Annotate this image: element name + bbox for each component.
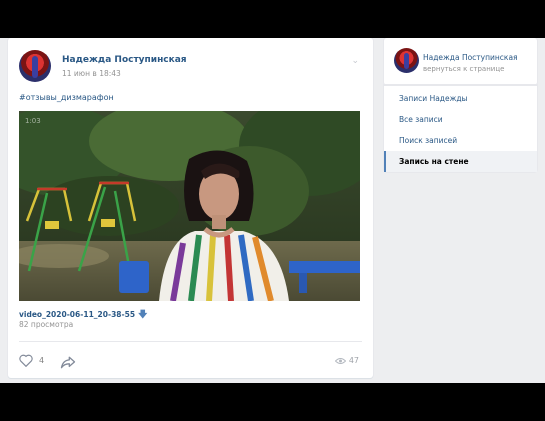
wall-menu: Записи Надежды Все записи Поиск записей … [384, 85, 537, 172]
menu-item-owner-posts[interactable]: Записи Надежды [384, 88, 537, 109]
menu-item-wall-post[interactable]: Запись на стене [384, 151, 537, 172]
like-button[interactable]: 4 [19, 354, 44, 367]
owner-name[interactable]: Надежда Поступинская [423, 53, 518, 62]
share-button[interactable] [60, 354, 76, 373]
owner-avatar[interactable] [394, 48, 419, 73]
vk-page: Надежда Поступинская 11 июн в 18:43 ⌄ #о… [0, 38, 545, 383]
download-icon[interactable]: 🡇 [138, 310, 147, 320]
heart-icon [19, 354, 33, 367]
post-divider [19, 341, 362, 342]
post-hashtag[interactable]: #отзывы_дизмарафон [19, 93, 114, 102]
post-date[interactable]: 11 июн в 18:43 [62, 69, 121, 78]
video-player[interactable]: 1:03 [19, 111, 360, 301]
author-avatar[interactable] [19, 50, 51, 82]
video-frame [19, 111, 360, 301]
back-to-page-link[interactable]: вернуться к странице [423, 65, 504, 73]
wall-post: Надежда Поступинская 11 июн в 18:43 ⌄ #о… [8, 38, 373, 378]
menu-item-search-posts[interactable]: Поиск записей [384, 130, 537, 151]
view-counter: 47 [334, 356, 359, 365]
share-icon [60, 356, 76, 369]
menu-item-all-posts[interactable]: Все записи [384, 109, 537, 130]
owner-card[interactable]: Надежда Поступинская вернуться к страниц… [384, 38, 537, 85]
eye-icon [334, 357, 346, 364]
post-author[interactable]: Надежда Поступинская [62, 55, 187, 65]
chevron-down-icon[interactable]: ⌄ [351, 56, 359, 66]
video-filename-text[interactable]: video_2020-06-11_20-38-55 [19, 310, 135, 319]
video-timestamp: 1:03 [25, 117, 41, 125]
video-views: 82 просмотра [19, 320, 74, 329]
like-count: 4 [39, 356, 45, 365]
view-count: 47 [348, 356, 359, 365]
